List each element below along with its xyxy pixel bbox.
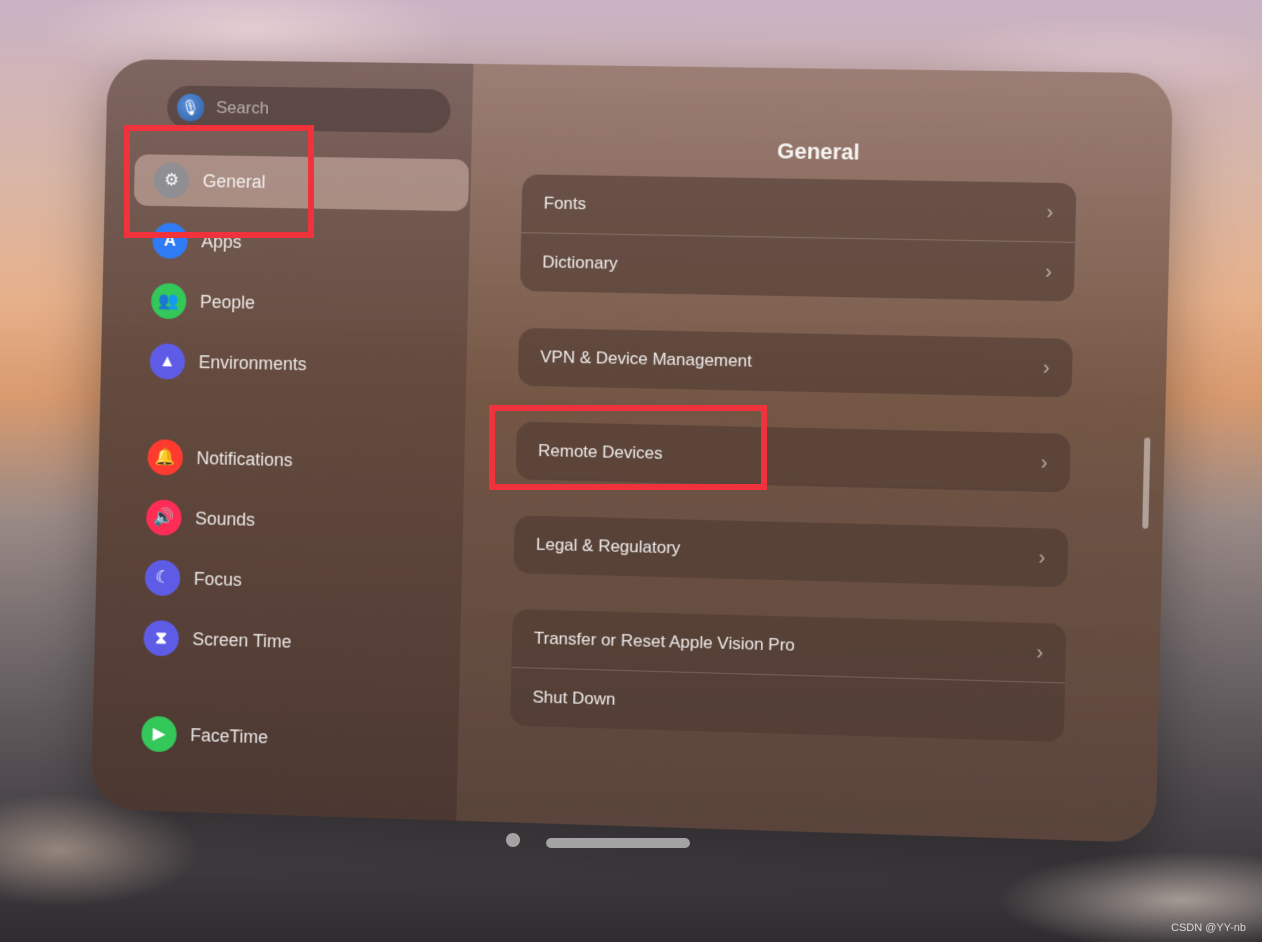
row-label: Dictionary bbox=[542, 252, 618, 273]
settings-group-vpn: VPN & Device Management › bbox=[517, 327, 1073, 398]
sidebar-item-sounds[interactable]: 🔊 Sounds bbox=[126, 491, 461, 551]
sidebar-item-environments[interactable]: ▲ Environments bbox=[130, 335, 465, 394]
mountains-icon: ▲ bbox=[149, 343, 186, 380]
row-label: VPN & Device Management bbox=[540, 347, 753, 371]
row-label: Legal & Regulatory bbox=[535, 534, 681, 558]
row-label: Fonts bbox=[543, 193, 587, 214]
sidebar-item-label: Environments bbox=[198, 351, 307, 374]
sidebar-item-notifications[interactable]: 🔔 Notifications bbox=[128, 431, 463, 490]
hourglass-icon: ⧗ bbox=[143, 619, 180, 657]
chevron-right-icon: › bbox=[1042, 355, 1051, 379]
settings-group-reset: Transfer or Reset Apple Vision Pro › Shu… bbox=[510, 609, 1067, 743]
settings-group-fonts: Fonts › Dictionary › bbox=[519, 174, 1077, 302]
microphone-icon[interactable]: 🎙 bbox=[176, 93, 205, 122]
scrollbar[interactable] bbox=[1142, 437, 1151, 529]
page-title: General bbox=[776, 138, 861, 165]
chevron-right-icon: › bbox=[1036, 640, 1044, 664]
row-legal-regulatory[interactable]: Legal & Regulatory › bbox=[513, 515, 1068, 587]
row-label: Shut Down bbox=[532, 687, 616, 709]
highlight-box-remote-devices bbox=[489, 405, 767, 490]
chevron-right-icon: › bbox=[1046, 200, 1054, 223]
watermark: CSDN @YY-nb bbox=[1171, 922, 1246, 934]
sidebar-item-label: Sounds bbox=[194, 508, 256, 530]
row-vpn-device-management[interactable]: VPN & Device Management › bbox=[518, 328, 1073, 398]
sidebar-nav: ⚙ General A Apps 👥 People ▲ Environments… bbox=[121, 154, 470, 778]
sidebar-item-label: People bbox=[199, 291, 256, 313]
highlight-box-general bbox=[124, 125, 314, 238]
row-label: Transfer or Reset Apple Vision Pro bbox=[533, 628, 796, 655]
chevron-right-icon: › bbox=[1038, 545, 1046, 569]
sidebar-item-people[interactable]: 👥 People bbox=[131, 275, 466, 333]
sidebar-item-screen-time[interactable]: ⧗ Screen Time bbox=[124, 612, 459, 673]
chevron-right-icon: › bbox=[1040, 450, 1048, 474]
window-grab-bar[interactable] bbox=[546, 838, 690, 848]
sidebar-item-focus[interactable]: ☾ Focus bbox=[125, 551, 460, 611]
row-fonts[interactable]: Fonts › bbox=[521, 174, 1077, 243]
settings-group-legal: Legal & Regulatory › bbox=[513, 515, 1069, 588]
row-dictionary[interactable]: Dictionary › bbox=[520, 233, 1075, 301]
sidebar-item-facetime[interactable]: ▶ FaceTime bbox=[121, 707, 456, 769]
sidebar-item-label: Notifications bbox=[196, 447, 293, 470]
sidebar-item-label: Focus bbox=[193, 568, 243, 590]
video-camera-icon: ▶ bbox=[141, 715, 178, 753]
people-icon: 👥 bbox=[150, 282, 187, 320]
moon-icon: ☾ bbox=[144, 559, 181, 597]
window-close-dot[interactable] bbox=[506, 833, 520, 847]
bell-icon: 🔔 bbox=[147, 439, 184, 476]
sidebar-item-label: FaceTime bbox=[190, 724, 269, 747]
sidebar-item-label: Screen Time bbox=[192, 628, 292, 652]
chevron-right-icon: › bbox=[1044, 260, 1053, 283]
speaker-icon: 🔊 bbox=[145, 499, 182, 536]
search-placeholder: Search bbox=[215, 98, 270, 118]
